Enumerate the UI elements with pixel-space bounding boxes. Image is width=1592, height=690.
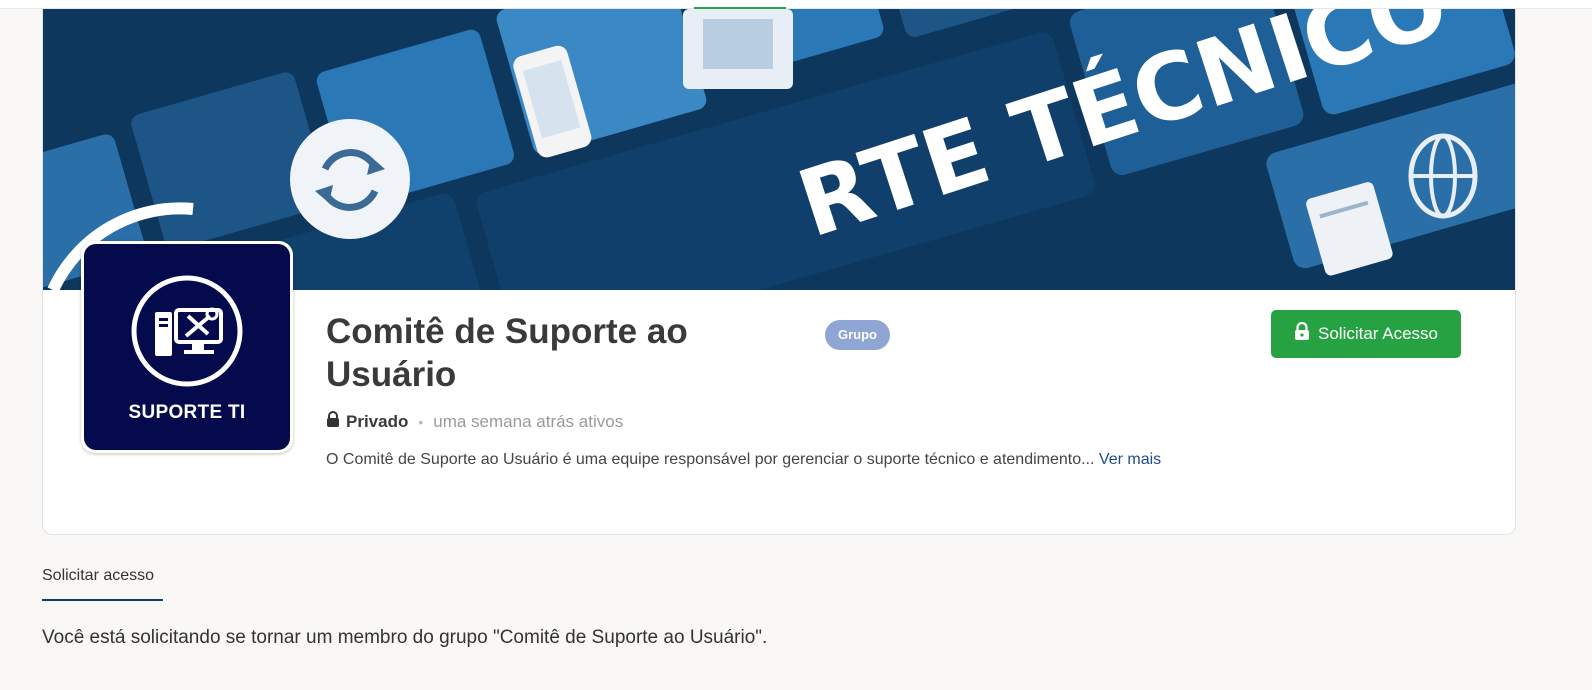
active-tab-underline bbox=[42, 599, 163, 601]
request-access-label: Solicitar Acesso bbox=[1318, 324, 1438, 343]
request-message: Você está solicitando se tornar um membr… bbox=[42, 627, 768, 648]
separator-dot: • bbox=[418, 414, 424, 430]
group-meta: Privado • uma semana atrás ativos bbox=[326, 411, 623, 433]
request-access-button[interactable]: Solicitar Acesso bbox=[1271, 310, 1461, 358]
top-navigation-strip bbox=[0, 0, 1592, 9]
description-text: O Comitê de Suporte ao Usuário é uma equ… bbox=[326, 451, 1095, 468]
group-header-card: RTE TÉCNICO SUPORTE TI Comitê de Suporte… bbox=[42, 9, 1516, 535]
tab-request-access[interactable]: Solicitar acesso bbox=[42, 567, 154, 585]
see-more-link[interactable]: Ver mais bbox=[1099, 451, 1161, 468]
lock-icon bbox=[1294, 321, 1310, 346]
computer-tools-icon bbox=[131, 275, 243, 387]
group-description: O Comitê de Suporte ao Usuário é uma equ… bbox=[326, 451, 1161, 469]
group-title: Comitê de Suporte ao Usuário bbox=[326, 312, 688, 394]
group-type-badge: Grupo bbox=[825, 320, 890, 350]
lock-icon bbox=[326, 411, 340, 433]
activity-label: uma semana atrás ativos bbox=[433, 412, 624, 431]
group-avatar: SUPORTE TI bbox=[81, 241, 293, 453]
avatar-label: SUPORTE TI bbox=[128, 402, 246, 423]
privacy-label: Privado bbox=[346, 412, 409, 431]
